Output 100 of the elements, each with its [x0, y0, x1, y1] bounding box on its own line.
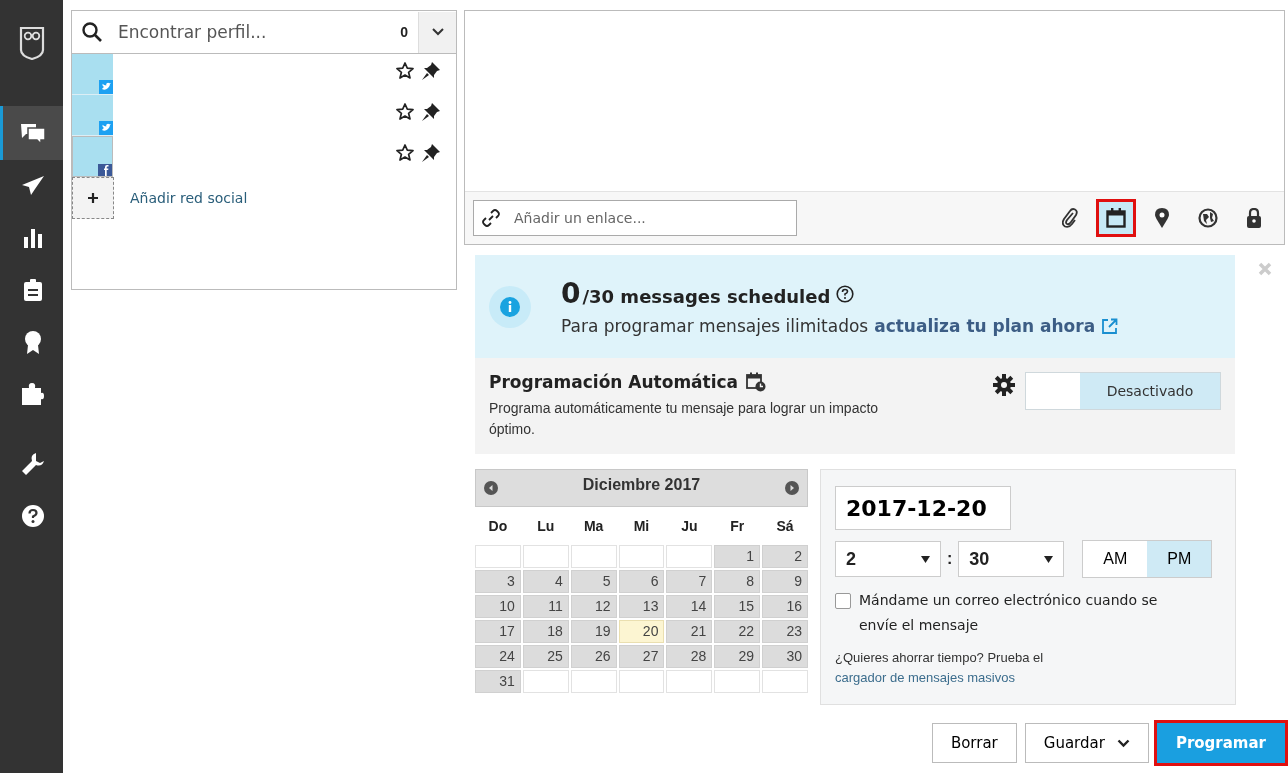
- clipboard-icon: [24, 279, 42, 301]
- calendar-day[interactable]: 6: [618, 570, 665, 593]
- weekday-label: Lu: [536, 517, 556, 536]
- calendar-day[interactable]: 31: [475, 670, 521, 693]
- paper-plane-icon: [22, 176, 44, 196]
- upgrade-link[interactable]: actualiza tu plan ahora: [874, 316, 1096, 336]
- settings-icon[interactable]: [993, 374, 1015, 396]
- calendar-day[interactable]: 21: [666, 620, 713, 643]
- scheduled-total: /30 messages scheduled: [582, 286, 831, 307]
- calendar-day[interactable]: 7: [666, 570, 713, 593]
- auto-schedule-toggle[interactable]: Desactivado: [1025, 372, 1221, 410]
- meridiem-button[interactable]: AM: [1083, 541, 1148, 577]
- facebook-badge-icon: [98, 164, 112, 176]
- empty-calendar-cell: [762, 670, 808, 693]
- calendar-day[interactable]: 10: [475, 595, 521, 618]
- calendar-day[interactable]: 14: [666, 595, 713, 618]
- empty-calendar-cell: [475, 545, 521, 568]
- empty-calendar-cell: [618, 670, 665, 693]
- pin-icon[interactable]: [422, 103, 440, 121]
- empty-calendar-cell: [570, 670, 617, 693]
- auto-schedule-title: Programación Automática: [489, 372, 739, 392]
- calendar-day[interactable]: 16: [762, 595, 808, 618]
- email-checkbox[interactable]: [835, 593, 851, 609]
- auto-schedule-description: Programa automáticamente tu mensaje para lograr un impacto óptimo.: [489, 399, 880, 439]
- previous-month-button[interactable]: [484, 481, 498, 495]
- calendar-day[interactable]: 1: [714, 545, 761, 568]
- award-ribbon-icon: [24, 330, 42, 354]
- search-icon: [82, 22, 102, 42]
- wrench-icon: [22, 453, 44, 475]
- hour-select[interactable]: 2: [835, 541, 941, 577]
- star-icon[interactable]: [396, 103, 414, 120]
- calendar-day[interactable]: 23: [762, 620, 808, 643]
- next-month-button[interactable]: [785, 481, 799, 495]
- link-icon: [482, 209, 500, 227]
- calendar-day[interactable]: 22: [714, 620, 761, 643]
- empty-calendar-cell: [714, 670, 761, 693]
- calendar-day[interactable]: 24: [475, 645, 521, 668]
- date-field[interactable]: 2017-12-20: [835, 486, 1011, 530]
- puzzle-piece-icon: [22, 383, 44, 405]
- info-icon: [489, 285, 531, 328]
- calendar-day[interactable]: 15: [714, 595, 761, 618]
- plus-icon: [88, 193, 98, 203]
- scheduled-count: 0: [561, 277, 581, 310]
- weekday-label: Ju: [680, 517, 699, 536]
- calendar-day[interactable]: 4: [522, 570, 569, 593]
- time-separator: :: [947, 550, 953, 568]
- add-button[interactable]: [72, 177, 114, 219]
- add-network-link[interactable]: Añadir red social: [130, 190, 248, 206]
- weekday-label: Sá: [775, 517, 795, 536]
- star-icon[interactable]: [396, 144, 414, 161]
- minute-select[interactable]: 30: [958, 541, 1065, 577]
- link-field[interactable]: Añadir un enlace...: [473, 200, 797, 236]
- empty-calendar-cell: [666, 670, 713, 693]
- bulk-upload-link[interactable]: cargador de mensajes masivos: [835, 670, 1015, 685]
- help-icon: [22, 505, 44, 527]
- location-pin-icon: [1155, 208, 1169, 228]
- bar-chart-icon: [23, 228, 43, 248]
- profile-avatar[interactable]: [72, 136, 113, 177]
- calendar-day[interactable]: 5: [570, 570, 617, 593]
- nav-button[interactable]: [0, 106, 63, 160]
- dropdown-triangle-icon: [921, 555, 930, 563]
- close-icon: [1258, 262, 1272, 276]
- calendar-day[interactable]: 3: [475, 570, 521, 593]
- dropdown-triangle-icon: [1044, 555, 1054, 563]
- clear-button[interactable]: Borrar: [931, 723, 1017, 763]
- calendar-day[interactable]: 13: [618, 595, 665, 618]
- calendar-day[interactable]: 20: [618, 620, 665, 643]
- calendar-day[interactable]: 28: [666, 645, 713, 668]
- upgrade-text: Para programar mensajes ilimitados: [561, 316, 869, 336]
- calendar-day[interactable]: 17: [475, 620, 521, 643]
- chevron-down-icon: [1116, 738, 1130, 748]
- calendar-day[interactable]: 9: [762, 570, 808, 593]
- calendar-day[interactable]: 2: [762, 545, 808, 568]
- calendar-day[interactable]: 25: [522, 645, 569, 668]
- lock-icon: [1247, 208, 1261, 228]
- calendar-day[interactable]: 26: [570, 645, 617, 668]
- pin-icon[interactable]: [422, 62, 440, 80]
- save-dropdown-button[interactable]: Guardar: [1024, 723, 1149, 763]
- meridiem-button[interactable]: PM: [1147, 541, 1212, 577]
- chevron-down-icon: [431, 28, 444, 36]
- calendar-day[interactable]: 18: [522, 620, 569, 643]
- calendar-day[interactable]: 29: [714, 645, 761, 668]
- twitter-badge-icon: [99, 121, 113, 135]
- calendar-day[interactable]: 11: [522, 595, 569, 618]
- star-icon[interactable]: [396, 62, 414, 79]
- calendar-day[interactable]: 27: [618, 645, 665, 668]
- pin-icon[interactable]: [422, 144, 440, 162]
- help-icon[interactable]: [836, 285, 855, 303]
- empty-calendar-cell: [618, 545, 665, 568]
- calendar-tool-button[interactable]: [1096, 199, 1136, 237]
- globe-icon: [1198, 208, 1218, 228]
- email-option-label: Mándame un correo electrónico cuando se envíe el mensaje: [859, 591, 1159, 635]
- bulk-upload-hint: ¿Quieres ahorrar tiempo? Prueba el cargador de mensajes masivos: [835, 649, 1045, 687]
- calendar-day[interactable]: 8: [714, 570, 761, 593]
- weekday-label: Ma: [582, 517, 605, 536]
- calendar-day[interactable]: 30: [762, 645, 808, 668]
- calendar-day[interactable]: 12: [570, 595, 617, 618]
- paperclip-icon: [1062, 208, 1078, 228]
- empty-calendar-cell: [522, 545, 569, 568]
- calendar-day[interactable]: 19: [570, 620, 617, 643]
